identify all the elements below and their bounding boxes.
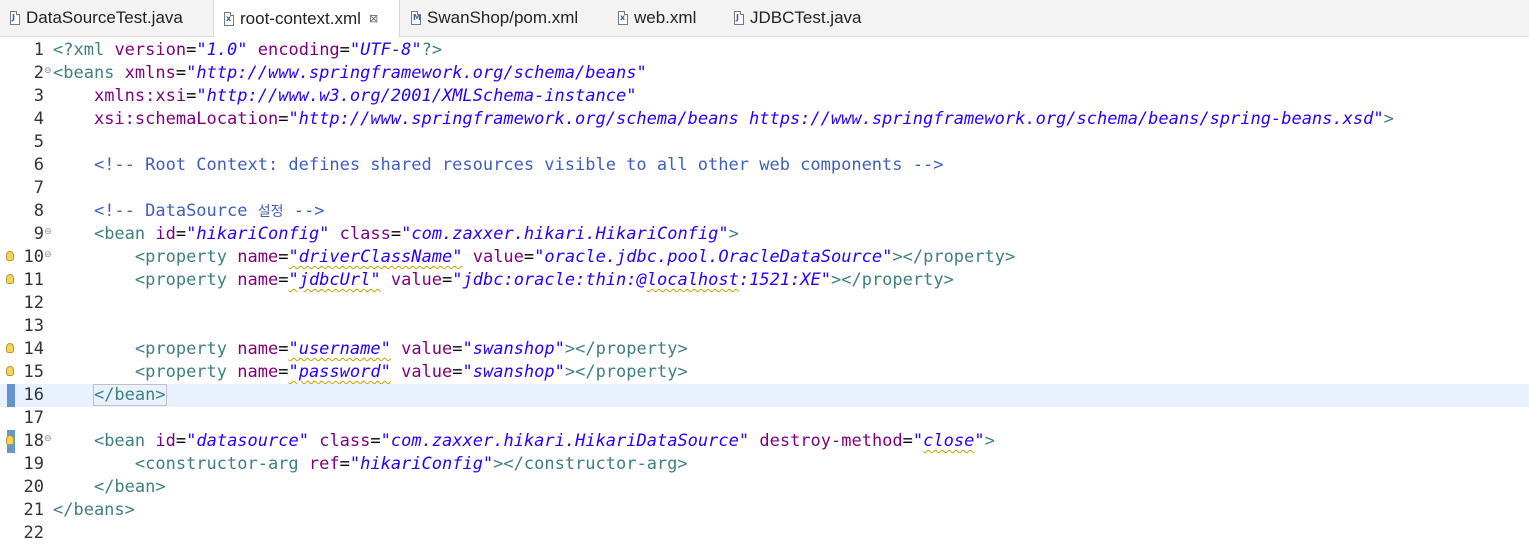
- code-text: </bean>: [92, 384, 167, 406]
- tab-datasourcetest-java[interactable]: J DataSourceTest.java: [0, 0, 212, 36]
- code-line: 6 <!-- Root Context: defines shared reso…: [0, 154, 1529, 177]
- line-number: 20: [23, 477, 44, 497]
- lightbulb-warning-icon[interactable]: [6, 366, 14, 376]
- code-line: 3 xmlns:xsi="http://www.w3.org/2001/XMLS…: [0, 85, 1529, 108]
- code-text: <bean id="hikariConfig" class="com.zaxxe…: [93, 224, 739, 244]
- code-text: <!-- Root Context: defines shared resour…: [93, 155, 944, 175]
- code-text: <property name="jdbcUrl" value="jdbc:ora…: [134, 270, 954, 290]
- fold-collapse-icon[interactable]: ⊖: [44, 66, 52, 76]
- code-line: 11 <property name="jdbcUrl" value="jdbc:…: [0, 269, 1529, 292]
- fold-collapse-icon[interactable]: ⊖: [44, 250, 52, 260]
- tab-label: root-context.xml: [240, 8, 361, 28]
- code-text: <property name="driverClassName" value="…: [134, 247, 1016, 267]
- close-icon[interactable]: ⊠: [369, 12, 378, 25]
- lightbulb-warning-icon[interactable]: [6, 343, 14, 353]
- code-text: <beans xmlns="http://www.springframework…: [53, 63, 647, 83]
- line-number: 11: [23, 270, 44, 290]
- line-number: 1: [33, 40, 44, 60]
- line-number: 13: [23, 316, 44, 336]
- code-line: 7: [0, 177, 1529, 200]
- tab-label: DataSourceTest.java: [26, 8, 183, 27]
- lightbulb-warning-icon[interactable]: [6, 435, 14, 445]
- line-number: 18: [23, 431, 44, 451]
- tab-root-context-xml[interactable]: x root-context.xml ⊠: [213, 0, 400, 37]
- tab-label: web.xml: [634, 8, 697, 27]
- code-line: 15 <property name="password" value="swan…: [0, 361, 1529, 384]
- code-line: 18 ⊖ <bean id="datasource" class="com.za…: [0, 430, 1529, 453]
- code-text: <bean id="datasource" class="com.zaxxer.…: [93, 431, 995, 451]
- code-text: <?xml version="1.0" encoding="UTF-8"?>: [53, 40, 443, 60]
- fold-collapse-icon[interactable]: ⊖: [44, 434, 52, 444]
- code-text: xmlns:xsi="http://www.w3.org/2001/XMLSch…: [93, 86, 637, 106]
- code-line: 13: [0, 315, 1529, 338]
- line-number: 8: [33, 201, 44, 221]
- lightbulb-warning-icon[interactable]: [6, 274, 14, 284]
- xml-file-icon: x: [224, 11, 234, 26]
- line-number: 2: [33, 63, 44, 83]
- code-line: 4 xsi:schemaLocation="http://www.springf…: [0, 108, 1529, 131]
- code-line: 19 <constructor-arg ref="hikariConfig"><…: [0, 453, 1529, 476]
- fold-collapse-icon[interactable]: ⊖: [44, 227, 52, 237]
- code-line: 22: [0, 522, 1529, 545]
- text-caret: [165, 384, 167, 403]
- code-line: 21 </beans>: [0, 499, 1529, 522]
- lightbulb-warning-icon[interactable]: [6, 251, 14, 261]
- code-line: 20 </bean>: [0, 476, 1529, 499]
- xml-editor[interactable]: 1 <?xml version="1.0" encoding="UTF-8"?>…: [0, 37, 1529, 560]
- code-text: <constructor-arg ref="hikariConfig"></co…: [134, 454, 688, 474]
- tab-jdbctest-java[interactable]: J JDBCTest.java: [724, 0, 884, 36]
- tab-web-xml[interactable]: x web.xml: [608, 0, 724, 36]
- line-number: 5: [33, 132, 44, 152]
- code-line: 1 <?xml version="1.0" encoding="UTF-8"?>: [0, 39, 1529, 62]
- tab-swanshop-pom-xml[interactable]: M SwanShop/pom.xml: [401, 0, 601, 36]
- code-line: 8 <!-- DataSource 설정 -->: [0, 200, 1529, 223]
- code-text: <property name="password" value="swansho…: [134, 362, 688, 382]
- line-number: 4: [33, 109, 44, 129]
- code-line: 2 ⊖ <beans xmlns="http://www.springframe…: [0, 62, 1529, 85]
- tab-label: SwanShop/pom.xml: [427, 8, 579, 27]
- code-text: <!-- DataSource 설정 -->: [93, 201, 325, 221]
- line-number: 3: [33, 86, 44, 106]
- code-text: </beans>: [53, 500, 135, 520]
- maven-pom-icon: M: [411, 11, 421, 25]
- code-line: 14 <property name="username" value="swan…: [0, 338, 1529, 361]
- line-number: 21: [23, 500, 44, 520]
- xml-file-icon: x: [618, 11, 628, 25]
- code-line: 12: [0, 292, 1529, 315]
- current-code-line: 16 </bean>: [0, 384, 1529, 407]
- code-line: 5: [0, 131, 1529, 154]
- tab-label: JDBCTest.java: [750, 8, 862, 27]
- code-text: <property name="username" value="swansho…: [134, 339, 688, 359]
- line-number: 12: [23, 293, 44, 313]
- line-number: 6: [33, 155, 44, 175]
- line-number: 14: [23, 339, 44, 359]
- code-text: </bean>: [93, 477, 166, 497]
- code-line: 17: [0, 407, 1529, 430]
- code-line: 10 ⊖ <property name="driverClassName" va…: [0, 246, 1529, 269]
- line-number: 22: [23, 523, 44, 543]
- line-number: 17: [23, 408, 44, 428]
- code-line: 9 ⊖ <bean id="hikariConfig" class="com.z…: [0, 223, 1529, 246]
- java-file-icon: J: [10, 11, 20, 25]
- line-number: 16: [23, 385, 44, 405]
- line-number: 15: [23, 362, 44, 382]
- java-file-icon: J: [734, 11, 744, 25]
- editor-tab-bar: J DataSourceTest.java x root-context.xml…: [0, 0, 1529, 37]
- line-number: 7: [33, 178, 44, 198]
- code-text: xsi:schemaLocation="http://www.springfra…: [93, 109, 1394, 129]
- line-number: 9: [33, 224, 44, 244]
- line-number: 19: [23, 454, 44, 474]
- line-number: 10: [23, 247, 44, 267]
